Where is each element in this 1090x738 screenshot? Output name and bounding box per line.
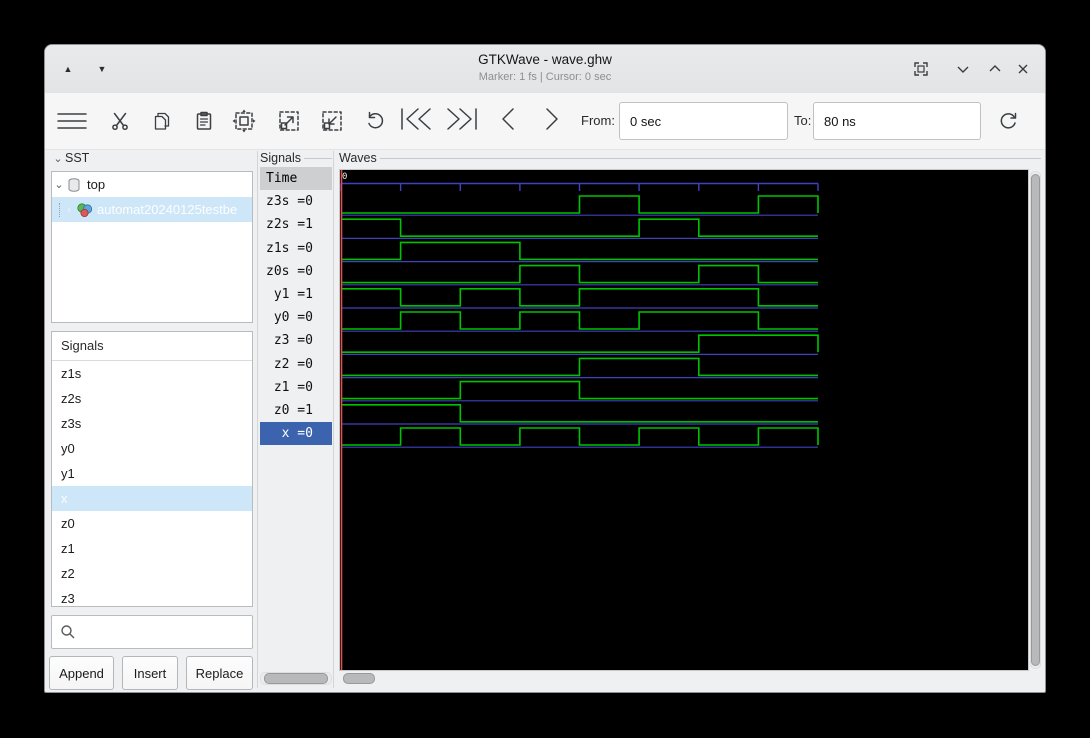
window-status: Marker: 1 fs | Cursor: 0 sec [45,71,1045,83]
wave-trace-z3 [341,335,818,352]
close-icon[interactable] [1011,57,1035,81]
waves-hscrollbar-thumb[interactable] [343,673,375,684]
time-header[interactable]: Time [260,167,332,190]
reload-icon[interactable] [991,104,1025,138]
zoom-in-icon[interactable] [272,104,306,138]
values-panel-header: Signals [260,151,301,165]
signal-search-panel: Signals z1sz2sz3sy0y1xz0z1z2z3 [51,331,253,607]
pane-divider[interactable] [333,151,334,688]
values-hscrollbar[interactable] [260,672,332,685]
tree-item-top[interactable]: ⌄ top [52,172,252,197]
value-row-y1[interactable]: y1 =1 [260,283,332,306]
tree-guide [59,203,60,217]
chevron-down-icon: ⌄ [51,152,65,165]
insert-button[interactable]: Insert [122,656,178,690]
gtkwave-window: ▲ ▼ GTKWave - wave.ghw Marker: 1 fs | Cu… [44,44,1046,693]
insert-button-label: Insert [134,666,167,681]
waves-vscrollbar-thumb[interactable] [1031,174,1040,666]
signal-list-item-z3[interactable]: z3 [52,586,252,611]
value-row-z2[interactable]: z2 =0 [260,353,332,376]
waves-hscrollbar[interactable] [339,673,1029,687]
signal-list-item-z3s[interactable]: z3s [52,411,252,436]
pane-divider[interactable] [257,151,258,688]
go-end-icon[interactable] [441,102,481,136]
wave-trace-z0s [341,266,818,283]
value-row-z1[interactable]: z1 =0 [260,376,332,399]
signal-list-item-z1s[interactable]: z1s [52,361,252,386]
signal-list-item-z2[interactable]: z2 [52,561,252,586]
copy-icon[interactable] [145,104,179,138]
wave-trace-z2s [341,219,818,236]
signal-list-item-x[interactable]: x [52,486,252,511]
signal-list-item-z1[interactable]: z1 [52,536,252,561]
from-label: From: [581,113,615,128]
minimize-icon[interactable] [951,57,975,81]
zoom-out-icon[interactable] [315,104,349,138]
values-panel-frame: Signals [260,151,332,165]
values-hscrollbar-thumb[interactable] [264,673,328,684]
tree-item-label: top [87,177,105,192]
paste-icon[interactable] [187,104,221,138]
value-row-x[interactable]: x =0 [260,422,332,445]
signal-list-item-z0[interactable]: z0 [52,511,252,536]
replace-button[interactable]: Replace [186,656,253,690]
module-icon [76,202,93,218]
replace-button-label: Replace [196,666,244,681]
zoom-fit-icon[interactable] [227,104,261,138]
wave-trace-z3s [341,196,818,213]
sst-tree: ⌄ top › automat20240125testbe [51,171,253,323]
waves-frame: Waves [339,151,1041,165]
value-row-z0[interactable]: z0 =1 [260,399,332,422]
value-row-z3s[interactable]: z3s =0 [260,190,332,213]
undo-icon[interactable] [358,104,392,138]
append-button[interactable]: Append [49,656,114,690]
signal-list-item-y1[interactable]: y1 [52,461,252,486]
to-input[interactable] [813,102,981,140]
value-row-y0[interactable]: y0 =0 [260,306,332,329]
values-list: Timez3s =0z2s =1z1s =0z0s =0 y1 =1 y0 =0… [260,167,332,445]
search-input[interactable] [51,615,253,649]
waves-vscrollbar[interactable] [1030,171,1041,669]
signals-list-header: Signals [52,332,252,361]
toolbar: From: To: [45,93,1045,150]
chevron-down-icon[interactable]: ⌄ [52,178,66,191]
wave-trace-x [341,428,818,445]
from-input[interactable] [619,102,788,140]
cut-icon[interactable] [103,104,137,138]
maximize-icon[interactable] [983,57,1007,81]
wave-trace-y0 [341,312,818,329]
wave-trace-z1 [341,382,818,399]
signal-list-item-y0[interactable]: y0 [52,436,252,461]
wave-canvas[interactable]: 0 [339,169,1029,671]
value-row-z0s[interactable]: z0s =0 [260,260,332,283]
sst-header-label: SST [65,151,89,165]
tree-item-label: automat20240125testbe [97,202,237,217]
chevron-right-icon[interactable]: › [62,204,76,216]
wave-trace-z0 [341,405,818,422]
next-edge-icon[interactable] [535,102,569,136]
value-row-z3[interactable]: z3 =0 [260,329,332,352]
fit-window-icon[interactable] [909,57,933,81]
go-start-icon[interactable] [397,102,437,136]
screen: ▲ ▼ GTKWave - wave.ghw Marker: 1 fs | Cu… [0,0,1090,738]
wave-trace-y1 [341,289,818,306]
to-label: To: [794,113,811,128]
signal-list-item-z2s[interactable]: z2s [52,386,252,411]
database-icon [66,177,82,193]
waves-header: Waves [339,151,377,165]
value-row-z2s[interactable]: z2s =1 [260,213,332,236]
wave-trace-z2 [341,358,818,375]
search-icon [60,624,76,640]
timeline-origin-label: 0 [342,172,347,182]
titlebar: ▲ ▼ GTKWave - wave.ghw Marker: 1 fs | Cu… [45,45,1045,94]
wave-trace-z1s [341,242,818,259]
window-title: GTKWave - wave.ghw [45,52,1045,67]
sst-expander[interactable]: ⌄ SST [51,151,89,165]
prev-edge-icon[interactable] [491,102,525,136]
tree-item-automat20240125testbe[interactable]: › automat20240125testbe [52,197,252,222]
append-button-label: Append [59,666,104,681]
value-row-z1s[interactable]: z1s =0 [260,237,332,260]
menu-icon[interactable] [55,104,89,138]
